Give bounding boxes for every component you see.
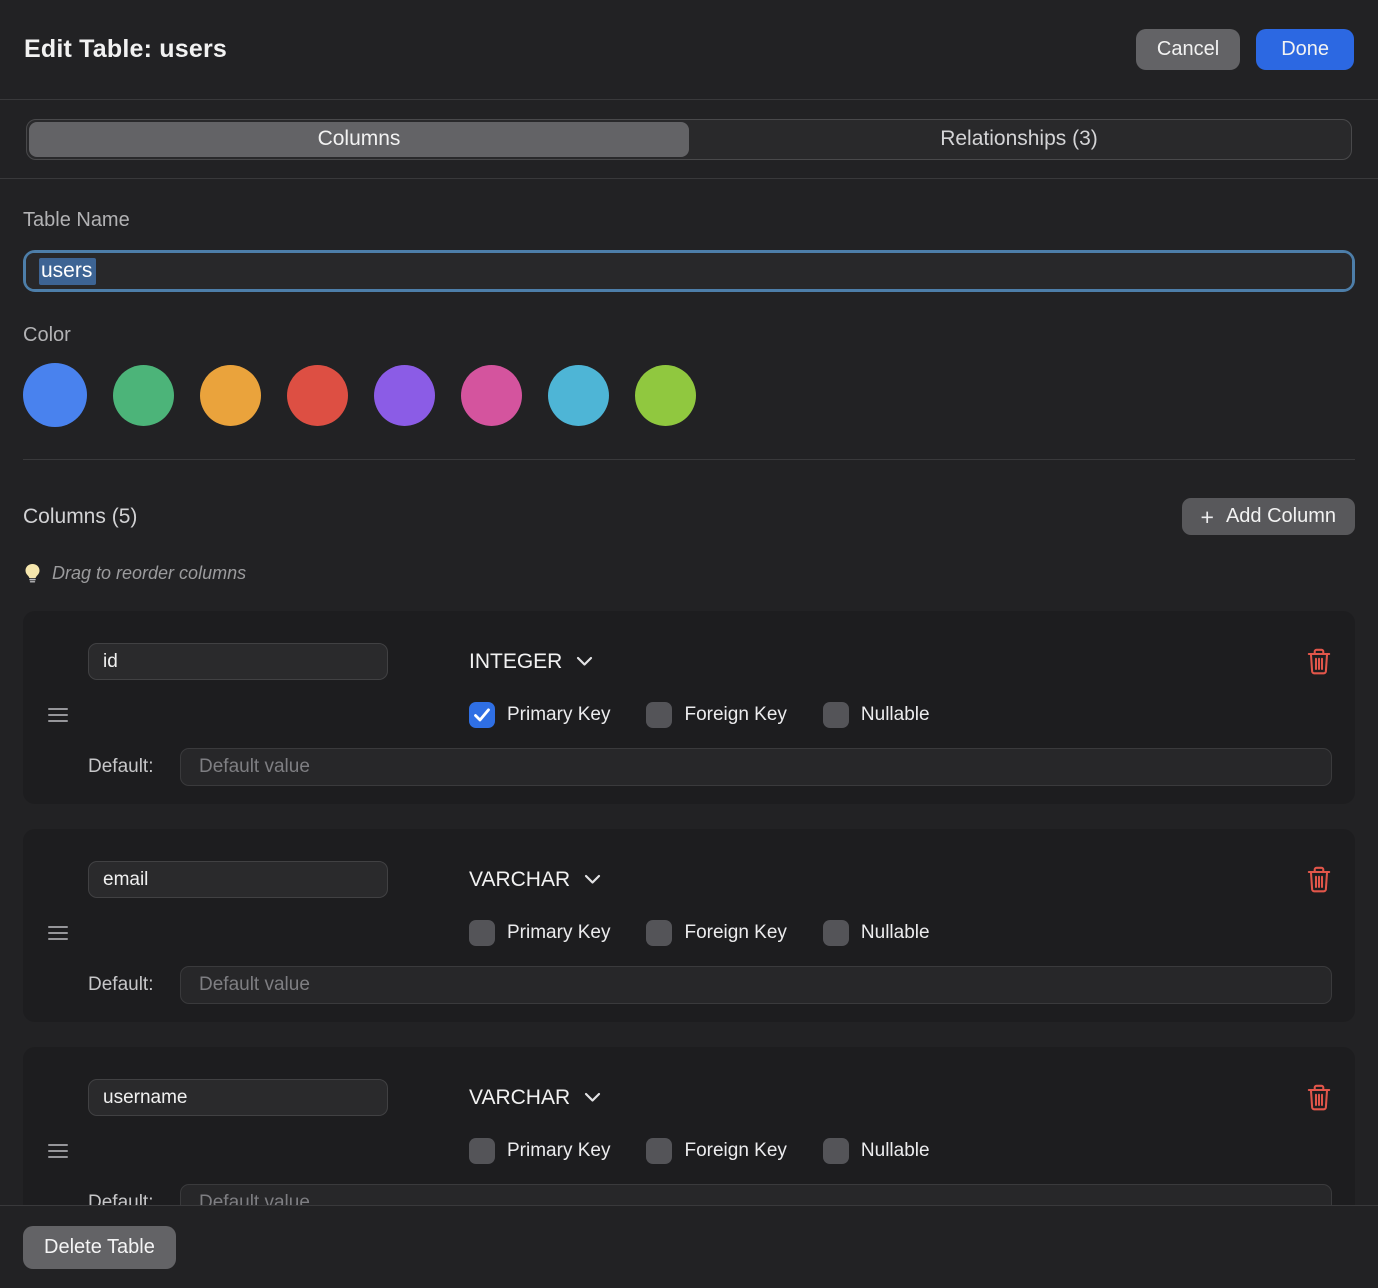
foreign-key-checkbox[interactable]: Foreign Key [646, 1138, 786, 1164]
done-button[interactable]: Done [1256, 29, 1354, 70]
color-swatches [23, 363, 1355, 427]
dialog-header: Edit Table: users Cancel Done [0, 0, 1378, 100]
dialog-footer: Delete Table [0, 1205, 1378, 1288]
checkbox-label: Primary Key [507, 704, 610, 726]
cancel-button[interactable]: Cancel [1136, 29, 1240, 70]
trash-icon [1306, 647, 1332, 676]
trash-icon [1306, 1083, 1332, 1112]
default-value-input[interactable] [180, 1184, 1332, 1205]
column-type-select[interactable]: VARCHAR [469, 868, 601, 892]
checkbox-label: Foreign Key [684, 704, 786, 726]
chevron-down-icon [584, 874, 601, 885]
nullable-checkbox[interactable]: Nullable [823, 920, 930, 946]
primary-key-checkbox[interactable]: Primary Key [469, 1138, 610, 1164]
checkbox-label: Primary Key [507, 922, 610, 944]
tab-bar: Columns Relationships (3) [0, 100, 1378, 179]
checkbox-box [469, 1138, 495, 1164]
column-type-value: VARCHAR [469, 868, 570, 892]
color-swatch[interactable] [200, 365, 261, 426]
column-card: INTEGER [23, 611, 1355, 804]
drag-handle-icon[interactable] [48, 926, 68, 940]
column-name-input[interactable] [88, 643, 388, 680]
column-card: VARCHAR [23, 1047, 1355, 1205]
checkbox-box [823, 702, 849, 728]
chevron-down-icon [584, 1092, 601, 1103]
checkbox-box [469, 702, 495, 728]
column-name-input[interactable] [88, 861, 388, 898]
checkbox-label: Nullable [861, 1140, 930, 1162]
checkmark-icon [474, 708, 490, 722]
column-type-value: VARCHAR [469, 1086, 570, 1110]
reorder-hint: Drag to reorder columns [23, 563, 1355, 584]
checkbox-box [823, 920, 849, 946]
column-name-input[interactable] [88, 1079, 388, 1116]
section-divider [23, 459, 1355, 460]
color-label: Color [23, 324, 1355, 347]
delete-column-button[interactable] [1306, 865, 1332, 894]
plus-icon: + [1201, 507, 1214, 527]
nullable-checkbox[interactable]: Nullable [823, 702, 930, 728]
checkbox-label: Foreign Key [684, 1140, 786, 1162]
dialog-content: Table Name users Color Columns (5) + Add… [0, 179, 1378, 1205]
color-swatch[interactable] [548, 365, 609, 426]
checkbox-label: Primary Key [507, 1140, 610, 1162]
default-label: Default: [88, 974, 180, 996]
column-type-select[interactable]: VARCHAR [469, 1086, 601, 1110]
column-type-value: INTEGER [469, 650, 562, 674]
color-swatch[interactable] [635, 365, 696, 426]
columns-list: INTEGER [23, 611, 1355, 1205]
checkbox-label: Nullable [861, 922, 930, 944]
drag-handle-icon[interactable] [48, 708, 68, 722]
trash-icon [1306, 865, 1332, 894]
color-swatch[interactable] [374, 365, 435, 426]
color-swatch[interactable] [23, 363, 87, 427]
checkbox-box [823, 1138, 849, 1164]
foreign-key-checkbox[interactable]: Foreign Key [646, 920, 786, 946]
columns-heading: Columns (5) [23, 505, 137, 529]
default-label: Default: [88, 1192, 180, 1205]
table-name-input[interactable]: users [23, 250, 1355, 292]
primary-key-checkbox[interactable]: Primary Key [469, 702, 610, 728]
table-name-selected-text: users [39, 258, 96, 285]
foreign-key-checkbox[interactable]: Foreign Key [646, 702, 786, 728]
table-name-label: Table Name [23, 209, 1355, 232]
tab-columns[interactable]: Columns [29, 122, 689, 157]
lightbulb-icon [23, 563, 42, 584]
reorder-hint-text: Drag to reorder columns [52, 563, 246, 584]
segmented-control: Columns Relationships (3) [26, 119, 1352, 160]
checkbox-label: Foreign Key [684, 922, 786, 944]
column-type-select[interactable]: INTEGER [469, 650, 593, 674]
color-swatch[interactable] [287, 365, 348, 426]
dialog-title: Edit Table: users [24, 35, 227, 64]
checkbox-box [646, 920, 672, 946]
delete-table-button[interactable]: Delete Table [23, 1226, 176, 1269]
columns-header-row: Columns (5) + Add Column [23, 498, 1355, 535]
checkbox-box [646, 702, 672, 728]
nullable-checkbox[interactable]: Nullable [823, 1138, 930, 1164]
color-swatch[interactable] [461, 365, 522, 426]
default-value-input[interactable] [180, 966, 1332, 1004]
delete-column-button[interactable] [1306, 1083, 1332, 1112]
checkbox-label: Nullable [861, 704, 930, 726]
chevron-down-icon [576, 656, 593, 667]
checkbox-box [646, 1138, 672, 1164]
add-column-label: Add Column [1226, 505, 1336, 528]
checkbox-box [469, 920, 495, 946]
default-label: Default: [88, 756, 180, 778]
column-card: VARCHAR [23, 829, 1355, 1022]
add-column-button[interactable]: + Add Column [1182, 498, 1356, 535]
delete-column-button[interactable] [1306, 647, 1332, 676]
color-swatch[interactable] [113, 365, 174, 426]
primary-key-checkbox[interactable]: Primary Key [469, 920, 610, 946]
drag-handle-icon[interactable] [48, 1144, 68, 1158]
tab-relationships[interactable]: Relationships (3) [689, 122, 1349, 157]
default-value-input[interactable] [180, 748, 1332, 786]
